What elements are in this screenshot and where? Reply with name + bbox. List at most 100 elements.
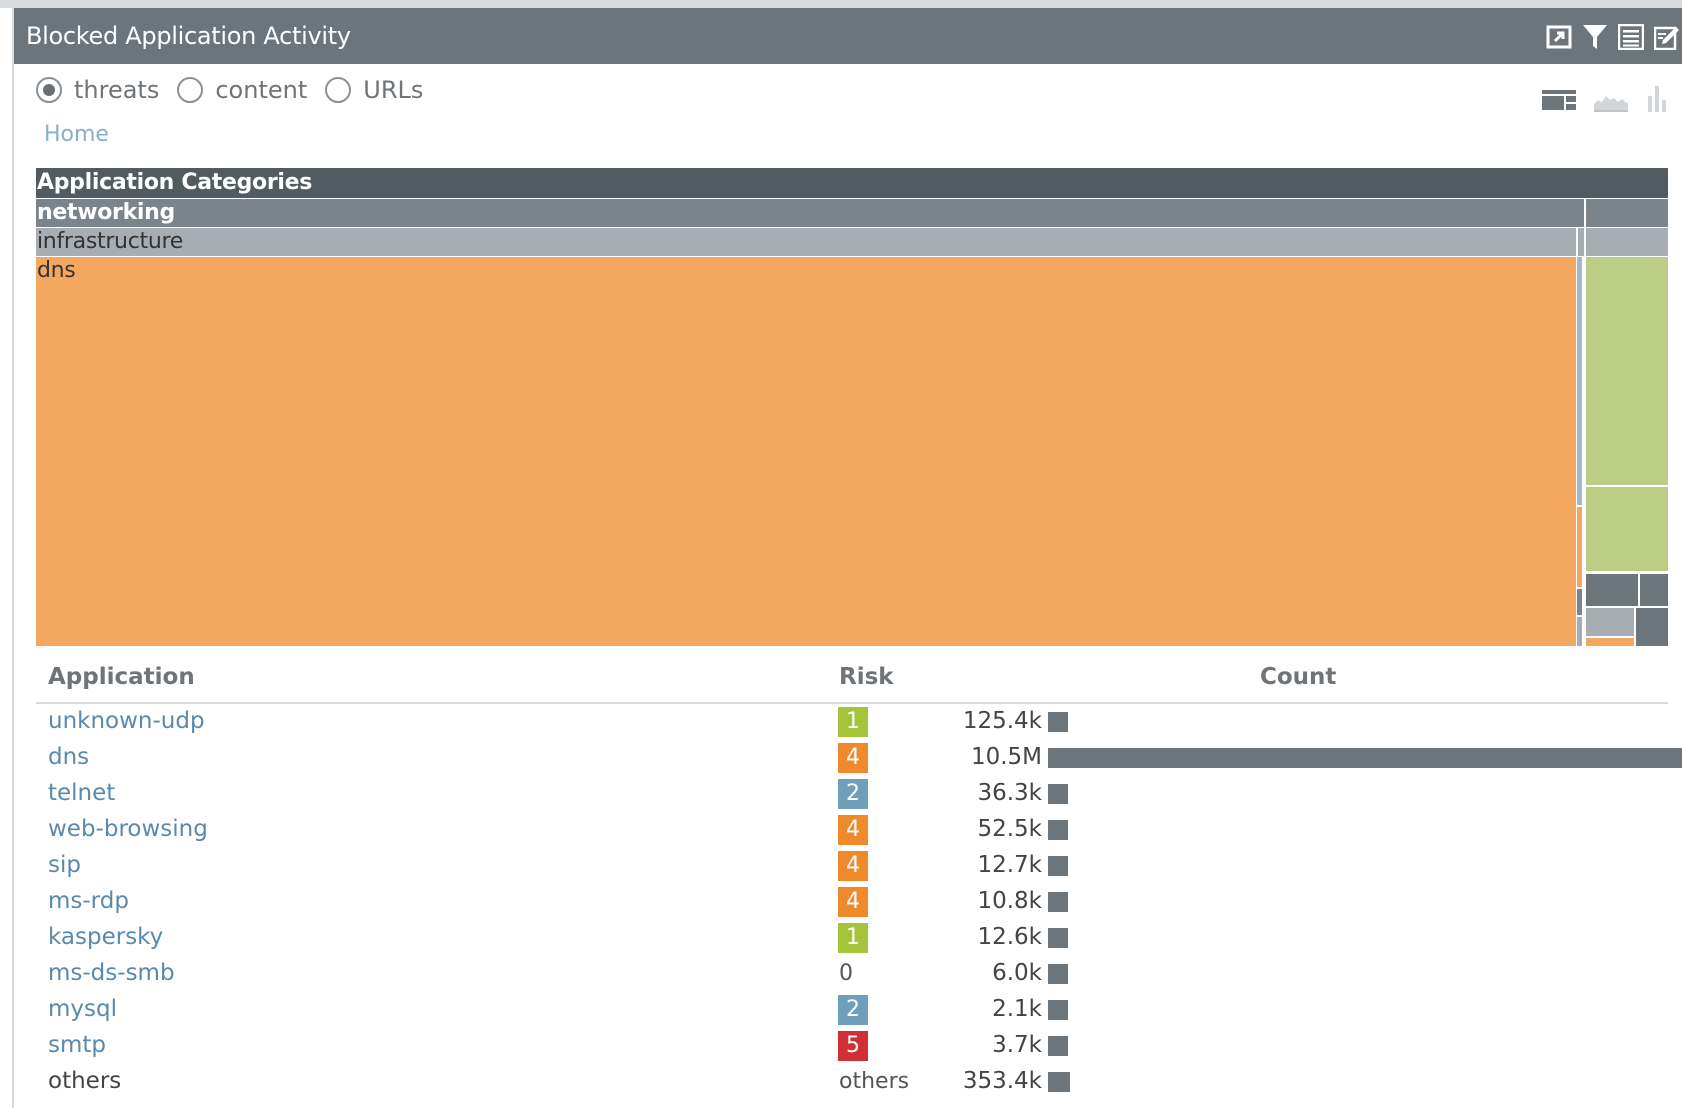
count-value: 10.5M	[970, 744, 1042, 770]
treemap-sliver-gray	[1577, 589, 1582, 615]
count-bar	[1048, 784, 1068, 804]
count-bar	[1048, 712, 1068, 732]
count-bar	[1048, 1036, 1068, 1056]
treemap-view-icon[interactable]	[1542, 88, 1576, 116]
treemap-infra-sliver	[1578, 228, 1584, 256]
treemap-green-block-2[interactable]	[1586, 487, 1668, 571]
table-row: unknown-udp 1 125.4k	[36, 704, 1668, 740]
table-row: dns 4 10.5M	[36, 740, 1682, 776]
table-row: sip 4 12.7k	[36, 848, 1668, 884]
treemap-gray-block-2[interactable]	[1640, 574, 1668, 606]
treemap-gray-block-1[interactable]	[1586, 574, 1638, 606]
radio-urls-indicator[interactable]	[325, 77, 352, 103]
treemap-networking-other-band[interactable]	[1586, 199, 1668, 227]
risk-badge: 2	[838, 779, 868, 809]
blocked-app-activity-panel: Blocked Application Activity threats con…	[0, 0, 1682, 1108]
risk-badge: 0	[839, 961, 853, 986]
bar-chart-view-icon[interactable]	[1646, 84, 1668, 116]
list-view-icon[interactable]	[1616, 22, 1646, 52]
table-row: ms-rdp 4 10.8k	[36, 884, 1668, 920]
table-row: smtp 5 3.7k	[36, 1028, 1668, 1064]
col-risk[interactable]: Risk	[839, 664, 894, 690]
panel-title: Blocked Application Activity	[26, 22, 351, 50]
app-link[interactable]: kaspersky	[48, 924, 163, 950]
count-value: 36.3k	[977, 780, 1042, 806]
radio-threats[interactable]: threats	[36, 76, 159, 104]
radio-threats-label: threats	[74, 76, 160, 104]
mode-radio-group: threats content URLs	[36, 76, 441, 104]
treemap-dns-block[interactable]	[36, 257, 1576, 646]
treemap-networking-band[interactable]	[36, 199, 1584, 227]
risk-badge: 4	[838, 743, 868, 773]
count-bar	[1048, 964, 1068, 984]
count-value: 52.5k	[977, 816, 1042, 842]
treemap-sliver-orange	[1577, 507, 1582, 587]
app-link[interactable]: web-browsing	[48, 816, 208, 842]
radio-urls[interactable]: URLs	[325, 76, 423, 104]
chart-view-switcher	[1542, 84, 1668, 116]
count-value: 3.7k	[992, 1032, 1042, 1058]
count-value: 10.8k	[977, 888, 1042, 914]
table-row: web-browsing 4 52.5k	[36, 812, 1668, 848]
app-link[interactable]: telnet	[48, 780, 115, 806]
table-row: kaspersky 1 12.6k	[36, 920, 1668, 956]
table-row: ms-ds-smb 0 6.0k	[36, 956, 1668, 992]
table-row: mysql 2 2.1k	[36, 992, 1668, 1028]
app-table-header: Application Risk Count	[36, 654, 1668, 704]
count-value: 12.6k	[977, 924, 1042, 950]
col-count[interactable]: Count	[1260, 664, 1336, 690]
count-bar	[1048, 748, 1682, 768]
filter-icon[interactable]	[1580, 22, 1610, 52]
risk-badge: 5	[838, 1031, 868, 1061]
titlebar-icons	[1544, 22, 1682, 52]
count-bar	[1048, 928, 1068, 948]
radio-threats-indicator[interactable]	[36, 77, 62, 103]
app-table-body: unknown-udp 1 125.4k dns 4 10.5M telnet …	[36, 704, 1682, 1100]
risk-badge: 4	[838, 887, 868, 917]
treemap-dns-label: dns	[37, 258, 76, 283]
risk-badge: 4	[838, 815, 868, 845]
area-chart-view-icon[interactable]	[1594, 90, 1628, 116]
radio-content[interactable]: content	[177, 76, 307, 104]
table-row: others others 353.4k	[36, 1064, 1668, 1100]
app-link[interactable]: ms-ds-smb	[48, 960, 175, 986]
treemap-lightgray-block[interactable]	[1586, 608, 1634, 636]
top-border	[0, 0, 1682, 8]
table-row: telnet 2 36.3k	[36, 776, 1668, 812]
app-category-treemap: Application Categories networking infras…	[36, 168, 1668, 646]
app-link[interactable]: unknown-udp	[48, 708, 205, 734]
panel-titlebar: Blocked Application Activity	[14, 8, 1682, 64]
risk-others-label: others	[839, 1069, 910, 1094]
treemap-sliver-blue	[1577, 257, 1582, 505]
app-link[interactable]: sip	[48, 852, 81, 878]
left-border	[12, 8, 14, 1108]
count-value: 6.0k	[992, 960, 1042, 986]
treemap-infrastructure-band[interactable]	[36, 228, 1576, 256]
maximize-icon[interactable]	[1544, 22, 1574, 52]
treemap-green-block-1[interactable]	[1586, 257, 1668, 485]
count-value: 2.1k	[992, 996, 1042, 1022]
treemap-sliver-lightgray	[1577, 617, 1582, 646]
count-bar	[1048, 1000, 1068, 1020]
risk-badge: 1	[838, 707, 868, 737]
treemap-other-sub-band[interactable]	[1586, 228, 1668, 256]
count-bar	[1048, 1072, 1070, 1092]
breadcrumb-home[interactable]: Home	[44, 122, 109, 147]
risk-badge: 1	[838, 923, 868, 953]
count-bar	[1048, 820, 1068, 840]
count-value: 12.7k	[977, 852, 1042, 878]
col-application[interactable]: Application	[48, 664, 195, 690]
edit-icon[interactable]	[1652, 22, 1682, 52]
risk-badge: 4	[838, 851, 868, 881]
radio-urls-label: URLs	[363, 76, 424, 104]
treemap-orange-small[interactable]	[1586, 638, 1634, 646]
risk-badge: 2	[838, 995, 868, 1025]
treemap-gray-block-3[interactable]	[1636, 608, 1668, 646]
count-value: 353.4k	[962, 1068, 1042, 1094]
app-link[interactable]: mysql	[48, 996, 117, 1022]
app-link[interactable]: dns	[48, 744, 89, 770]
app-link[interactable]: smtp	[48, 1032, 106, 1058]
count-bar	[1048, 892, 1068, 912]
app-link[interactable]: ms-rdp	[48, 888, 129, 914]
radio-content-indicator[interactable]	[177, 77, 204, 103]
